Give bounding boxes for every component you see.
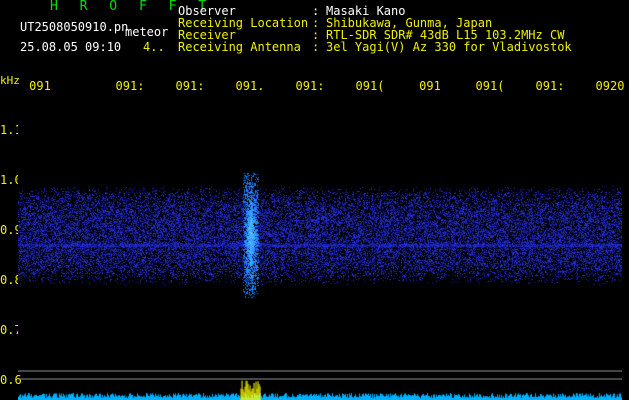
hrofft-spectrogram-window: H R O F F T UT2508050910.pn meteor 25.08…	[0, 0, 629, 400]
reference-lines	[18, 370, 622, 380]
